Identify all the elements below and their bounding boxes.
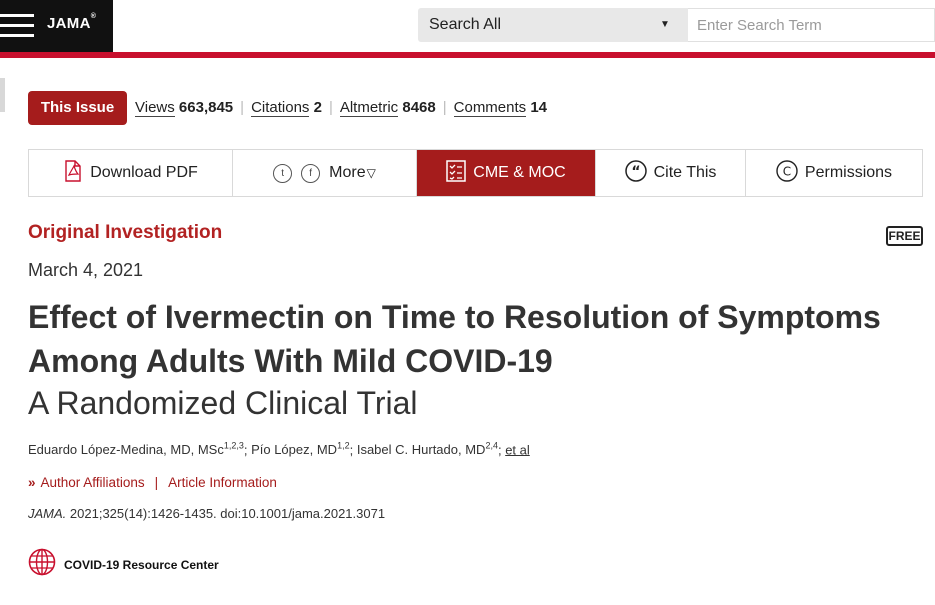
citation-details: 2021;325(14):1426-1435. doi:10.1001/jama… (69, 506, 386, 521)
metrics-divider: | (328, 99, 333, 116)
covid-resource-center-link[interactable]: COVID-19 Resource Center (28, 548, 219, 581)
citations-link[interactable]: Citations 2 (251, 99, 322, 117)
author-affiliations-link[interactable]: Author Affiliations (41, 475, 145, 490)
publication-date: March 4, 2021 (28, 260, 144, 280)
download-pdf-button[interactable]: Download PDF (29, 150, 233, 196)
twitter-icon[interactable]: t (273, 163, 293, 183)
menu-icon[interactable] (0, 14, 34, 38)
permissions-button[interactable]: C Permissions (746, 150, 922, 196)
globe-icon (28, 548, 56, 581)
download-pdf-label: Download PDF (90, 164, 198, 181)
checklist-icon (446, 159, 467, 187)
metrics-divider: | (240, 99, 245, 116)
resource-center-label: COVID-19 Resource Center (64, 557, 219, 572)
views-link[interactable]: Views 663,845 (135, 99, 233, 117)
article-info-links: » Author Affiliations | Article Information (28, 475, 277, 490)
cite-this-label: Cite This (653, 164, 717, 181)
free-badge: FREE (886, 226, 923, 246)
cme-moc-button[interactable]: CME & MOC (417, 150, 596, 196)
copyright-icon: C (776, 159, 798, 187)
share-group: t f More▽ (233, 150, 417, 196)
link-divider: | (154, 475, 159, 490)
search-scope-select[interactable]: Search All ▼ (418, 8, 688, 42)
quote-icon: “ (624, 159, 647, 187)
altmetric-link[interactable]: Altmetric 8468 (339, 99, 436, 117)
author-list: Eduardo López-Medina, MD, MSc1,2,3; Pío … (28, 441, 530, 458)
author-link[interactable]: Eduardo López-Medina, MD, MSc1,2,3 (28, 441, 244, 457)
author-link[interactable]: Pío López, MD1,2 (251, 441, 350, 457)
article-section-label[interactable]: Original Investigation (28, 222, 222, 244)
author-link[interactable]: Isabel C. Hurtado, MD2,4 (357, 441, 498, 457)
search-input[interactable] (688, 8, 935, 42)
this-issue-button[interactable]: This Issue (28, 91, 127, 125)
article-information-link[interactable]: Article Information (168, 475, 277, 490)
chevron-right-icon: » (28, 475, 36, 490)
comments-link[interactable]: Comments 14 (453, 99, 547, 117)
brand-block: JAMA® (0, 0, 113, 52)
svg-text:C: C (783, 164, 791, 178)
side-tab[interactable] (0, 78, 5, 112)
article-metrics: Views 663,845 | Citations 2 | Altmetric 8468… (135, 99, 547, 117)
more-share-button[interactable]: More▽ (329, 164, 376, 182)
top-bar: JAMA® Search All ▼ (0, 0, 935, 52)
cme-moc-label: CME & MOC (473, 164, 566, 181)
article-title: Effect of Ivermectin on Time to Resoluti… (28, 299, 881, 379)
header-accent-line (0, 52, 935, 58)
facebook-icon[interactable]: f (301, 163, 321, 183)
svg-text:“: “ (631, 164, 640, 180)
chevron-down-icon: ▼ (660, 19, 670, 30)
citation-line: JAMA. 2021;325(14):1426-1435. doi:10.100… (28, 506, 385, 521)
jama-logo[interactable]: JAMA® (47, 13, 96, 32)
et-al-link[interactable]: et al (505, 442, 530, 457)
article-subtitle: A Randomized Clinical Trial (28, 385, 418, 421)
cite-this-button[interactable]: “ Cite This (596, 150, 746, 196)
search-scope-label: Search All (429, 16, 502, 33)
pdf-icon (63, 159, 83, 187)
triangle-down-icon: ▽ (366, 166, 376, 180)
article-toolbar: Download PDF t f More▽ CME & MOC “ Cite … (28, 149, 923, 197)
journal-name: JAMA. (28, 506, 67, 521)
metrics-divider: | (442, 99, 447, 116)
permissions-label: Permissions (804, 164, 893, 181)
